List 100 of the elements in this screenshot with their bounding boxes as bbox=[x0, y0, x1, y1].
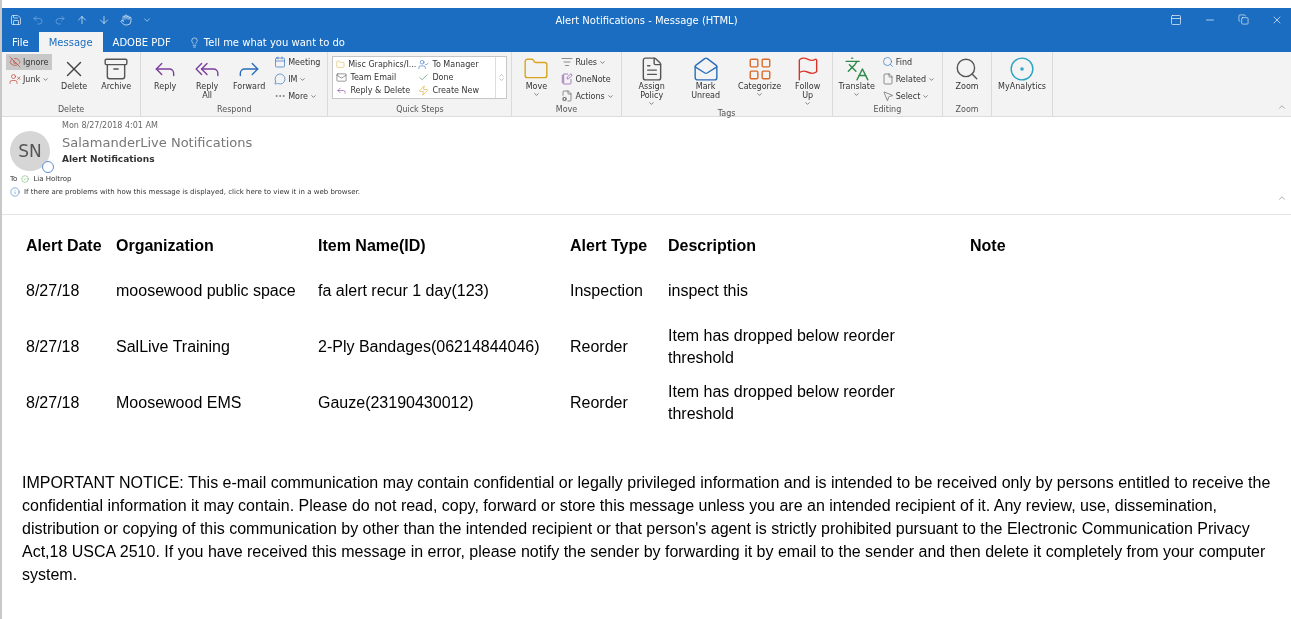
column-header: Organization bbox=[115, 236, 215, 256]
table-cell-text: inspect this bbox=[667, 281, 750, 302]
ribbon-small-button[interactable]: Actions bbox=[558, 88, 617, 104]
ribbon-button[interactable]: MyAnalytics bbox=[996, 54, 1049, 94]
presence-ring-icon bbox=[42, 161, 54, 173]
down-arrow-icon bbox=[98, 14, 110, 26]
table-cell-text: Inspection bbox=[569, 281, 644, 302]
quick-step[interactable]: Team Email bbox=[335, 71, 418, 84]
ribbon-small-button[interactable]: Related bbox=[878, 71, 939, 87]
customize-caret-icon bbox=[142, 15, 152, 25]
redo-icon bbox=[54, 14, 66, 26]
table-cell-text: 8/27/18 bbox=[25, 281, 81, 302]
table-cell-text: SalLive Training bbox=[115, 337, 231, 358]
ribbon-button[interactable]: Reply All bbox=[187, 54, 228, 103]
ribbon-small-button[interactable]: Ignore bbox=[6, 54, 53, 70]
presence-check-icon bbox=[21, 175, 30, 183]
group-label: Tags bbox=[716, 109, 737, 119]
table-cell-text: moosewood public space bbox=[115, 281, 297, 302]
search-icon bbox=[881, 56, 894, 68]
message-date: Mon 8/27/2018 4:01 AM bbox=[62, 121, 159, 130]
folder-icon bbox=[336, 59, 346, 70]
close-icon bbox=[1271, 14, 1283, 26]
ribbon-tab[interactable]: Message bbox=[38, 32, 103, 52]
ribbon-small-button[interactable]: Rules bbox=[558, 54, 617, 70]
ribbon-small-button[interactable]: Junk bbox=[6, 71, 53, 87]
ribbon-small-button[interactable]: IM bbox=[271, 71, 324, 87]
calendar-icon bbox=[274, 56, 287, 68]
ribbon-button[interactable]: Archive bbox=[96, 54, 137, 94]
ribbon-button[interactable]: Delete bbox=[54, 54, 95, 94]
avatar-initials: SN bbox=[18, 141, 42, 161]
up-arrow-icon bbox=[76, 14, 88, 26]
column-header: Alert Type bbox=[569, 236, 649, 256]
column-header: Note bbox=[969, 236, 1007, 256]
ribbon-button[interactable]: Translate bbox=[836, 54, 877, 101]
page-icon bbox=[881, 73, 894, 85]
ribbon-tab[interactable]: ADOBE PDF bbox=[102, 32, 181, 52]
table-cell-text: Reorder bbox=[569, 337, 629, 358]
touch-hand-icon bbox=[120, 14, 132, 26]
ribbon-button[interactable]: Forward bbox=[229, 54, 270, 94]
group-label: Respond bbox=[216, 105, 253, 116]
notebook-icon bbox=[561, 73, 574, 85]
table-cell-text: Item has dropped below reorder threshold bbox=[667, 382, 896, 425]
pointer-icon bbox=[881, 90, 894, 102]
column-header: Description bbox=[667, 236, 757, 256]
table-cell-text: Reorder bbox=[569, 393, 629, 414]
collapse-header-icon bbox=[1277, 193, 1287, 203]
ribbon-button[interactable]: Mark Unread bbox=[679, 54, 732, 103]
lightbulb-icon bbox=[188, 36, 200, 48]
analytics-icon bbox=[1009, 56, 1036, 82]
open-envelope-icon bbox=[692, 56, 719, 82]
info-icon bbox=[10, 187, 20, 197]
ribbon-button[interactable]: Follow Up bbox=[787, 54, 828, 110]
ribbon-button[interactable]: Assign Policy bbox=[625, 54, 678, 110]
group-label: Quick Steps bbox=[395, 105, 445, 116]
translate-icon bbox=[843, 56, 870, 82]
tell-me-field[interactable]: Tell me what you want to do bbox=[180, 32, 353, 52]
junk-person-icon bbox=[9, 73, 21, 85]
undo-icon bbox=[32, 14, 44, 26]
table-cell-text: fa alert recur 1 day(123) bbox=[317, 281, 490, 302]
ribbon-small-button[interactable]: Find bbox=[878, 54, 939, 70]
ribbon-tab[interactable]: File bbox=[2, 32, 39, 52]
window-title: Alert Notifications - Message (HTML) bbox=[554, 14, 739, 26]
table-cell-text: 2-Ply Bandages(06214844046) bbox=[317, 337, 541, 358]
quick-step[interactable]: Reply & Delete bbox=[335, 84, 418, 97]
ribbon-display-icon bbox=[1170, 14, 1182, 26]
lightning-icon bbox=[418, 85, 430, 96]
group-label: Delete bbox=[56, 105, 86, 116]
legal-notice: IMPORTANT NOTICE: This e-mail communication may contain confidential or legally privileged information and is intended to be received only by persons entitled to receive the confidential information it may contain. Please do not read, copy, forward or store this message unless you are an intended recipient of it. Any review, use, dissemination, distribution or copying of this communication by other than the intended recipient or that person's agent is strictly prohibited pursuant to the Electronic Communication Privacy Act,18 USCA 2510. If you have received this message in error, please notify the sender by forwarding it by email to the sender and then delete it completely from your computer system. bbox=[22, 473, 1272, 586]
ribbon-button[interactable]: Move bbox=[516, 54, 557, 101]
mail-icon bbox=[336, 72, 348, 83]
reply-icon bbox=[336, 85, 348, 96]
gallery-scroll-icon bbox=[496, 73, 506, 82]
table-cell-text: Moosewood EMS bbox=[115, 393, 243, 414]
quick-step[interactable]: To Manager bbox=[417, 58, 494, 71]
ribbon-button[interactable]: Categorize bbox=[733, 54, 786, 101]
collapse-ribbon-icon bbox=[1277, 102, 1287, 112]
ribbon-small-button[interactable]: Meeting bbox=[271, 54, 324, 70]
ribbon-button[interactable]: Zoom bbox=[947, 54, 988, 94]
group-label: Zoom bbox=[954, 105, 980, 116]
save-icon bbox=[10, 14, 22, 26]
archive-icon bbox=[103, 56, 130, 82]
restore-icon bbox=[1238, 14, 1249, 25]
table-cell-text: Item has dropped below reorder threshold bbox=[667, 326, 896, 369]
group-label: Move bbox=[554, 105, 579, 116]
table-cell-text: 8/27/18 bbox=[25, 393, 81, 414]
ribbon-small-button[interactable]: More bbox=[271, 88, 324, 104]
message-subject: Alert Notifications bbox=[62, 154, 156, 164]
quick-step[interactable]: Misc Graphics/I... bbox=[335, 58, 418, 71]
group-label: Editing bbox=[872, 105, 903, 116]
column-header: Item Name(ID) bbox=[317, 236, 427, 256]
chat-bubble-icon bbox=[274, 73, 287, 85]
ribbon-small-button[interactable]: OneNote bbox=[558, 71, 617, 87]
ribbon-button[interactable]: Reply bbox=[145, 54, 186, 94]
quick-step[interactable]: Create New bbox=[417, 84, 494, 97]
sender-name: SalamanderLive Notifications bbox=[62, 135, 253, 150]
rules-icon bbox=[561, 56, 574, 68]
ribbon-small-button[interactable]: Select bbox=[878, 88, 939, 104]
quick-step[interactable]: Done bbox=[417, 71, 494, 84]
actions-icon bbox=[561, 90, 574, 102]
table-cell-text: Gauze(23190430012) bbox=[317, 393, 475, 414]
